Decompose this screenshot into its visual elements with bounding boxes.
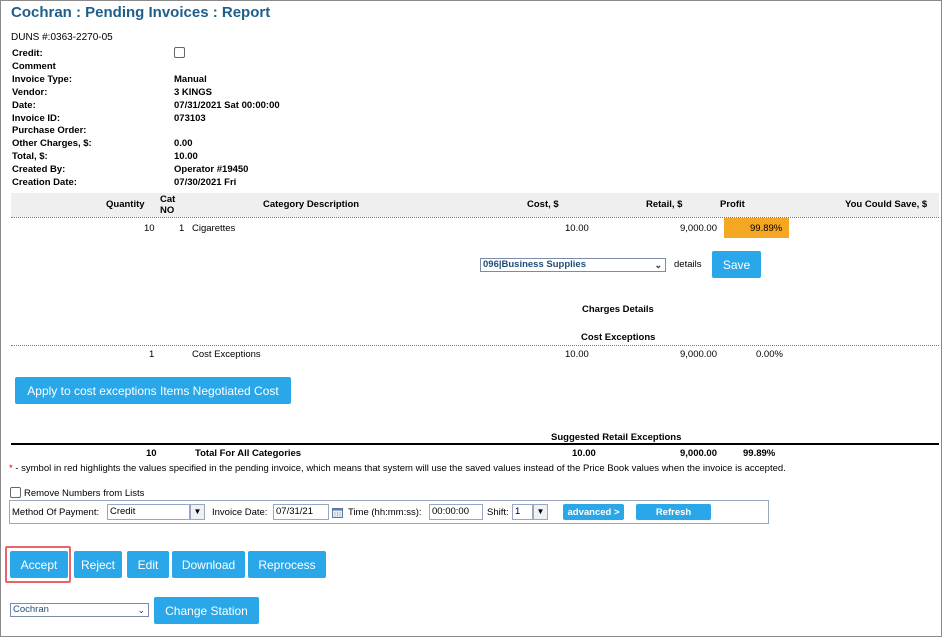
invoice-type-label: Invoice Type: (12, 74, 73, 85)
shift-select[interactable]: 1 (512, 504, 533, 520)
invoice-date-label: Invoice Date: (212, 507, 268, 518)
other-charges-label: Other Charges, $: (12, 138, 92, 149)
row-description: Cigarettes (192, 223, 236, 234)
header-retail: Retail, $ (646, 199, 683, 210)
exception-description: Cost Exceptions (192, 349, 261, 360)
header-no: NO (160, 205, 175, 216)
header-you-could-save: You Could Save, $ (845, 199, 928, 210)
total-profit: 99.89% (743, 448, 776, 459)
other-charges-value: 0.00 (174, 138, 193, 149)
created-by-label: Created By: (12, 164, 66, 175)
header-cost: Cost, $ (527, 199, 559, 210)
remove-numbers-label: Remove Numbers from Lists (24, 488, 145, 499)
creation-date-value: 07/30/2021 Fri (174, 177, 237, 188)
chevron-down-icon[interactable]: ▼ (533, 504, 548, 520)
vendor-value: 3 KINGS (174, 87, 213, 98)
exception-quantity: 1 (149, 349, 155, 360)
advanced-button[interactable]: advanced > (563, 504, 624, 520)
row-quantity: 10 (144, 223, 155, 234)
download-button[interactable]: Download (172, 551, 245, 578)
header-cat: Cat (160, 194, 176, 205)
station-select-value: Cochran (13, 604, 49, 615)
red-symbol-note: * - symbol in red highlights the values … (9, 463, 786, 474)
cost-exceptions-heading: Cost Exceptions (581, 332, 656, 343)
charges-details-heading: Charges Details (582, 304, 654, 315)
header-category-description: Category Description (263, 199, 360, 210)
reject-button[interactable]: Reject (74, 551, 122, 578)
table-header-bar (11, 193, 939, 217)
page-title: Cochran : Pending Invoices : Report (11, 4, 271, 21)
edit-button[interactable]: Edit (127, 551, 169, 578)
created-by-value: Operator #19450 (174, 164, 249, 175)
chevron-down-icon: ⌄ (654, 260, 662, 270)
invoice-type-value: Manual (174, 74, 207, 85)
station-select[interactable]: Cochran ⌄ (10, 603, 149, 617)
invoice-id-label: Invoice ID: (12, 113, 61, 124)
exception-profit: 0.00% (756, 349, 783, 360)
purchase-order-label: Purchase Order: (12, 125, 87, 136)
row-profit: 99.89% (750, 223, 783, 234)
page-frame (0, 0, 942, 637)
time-label: Time (hh:mm:ss): (348, 507, 422, 518)
header-quantity: Quantity (106, 199, 145, 210)
row-retail: 9,000.00 (680, 223, 717, 234)
row-cat-no: 1 (179, 223, 185, 234)
total-retail: 9,000.00 (680, 448, 717, 459)
vendor-label: Vendor: (12, 87, 48, 98)
date-label: Date: (12, 100, 36, 111)
total-cost: 10.00 (572, 448, 596, 459)
accept-button[interactable]: Accept (10, 551, 68, 578)
row-cost: 10.00 (565, 223, 589, 234)
duns-number: DUNS #:0363-2270-05 (11, 32, 113, 43)
note-text: - symbol in red highlights the values sp… (12, 463, 786, 474)
method-of-payment-label: Method Of Payment: (12, 507, 100, 518)
exception-cost: 10.00 (565, 349, 589, 360)
category-select[interactable]: 096|Business Supplies ⌄ (480, 258, 666, 272)
total-value: 10.00 (174, 151, 198, 162)
credit-checkbox[interactable] (174, 47, 185, 58)
total-quantity: 10 (146, 448, 157, 459)
invoice-id-value: 073103 (174, 113, 206, 124)
save-button[interactable]: Save (712, 251, 761, 278)
calendar-icon[interactable] (332, 507, 343, 518)
category-select-value: 096|Business Supplies (483, 259, 586, 270)
remove-numbers-checkbox[interactable] (10, 487, 21, 498)
invoice-date-input[interactable]: 07/31/21 (273, 504, 329, 520)
time-input[interactable]: 00:00:00 (429, 504, 483, 520)
shift-label: Shift: (487, 507, 509, 518)
header-profit: Profit (720, 199, 745, 210)
details-link[interactable]: details (674, 259, 701, 270)
refresh-button[interactable]: Refresh (636, 504, 711, 520)
reprocess-button[interactable]: Reprocess (248, 551, 326, 578)
total-label-row: Total For All Categories (195, 448, 302, 459)
table-divider (11, 217, 939, 218)
chevron-down-icon: ⌄ (137, 605, 145, 615)
suggested-retail-heading: Suggested Retail Exceptions (551, 432, 682, 443)
chevron-down-icon[interactable]: ▼ (190, 504, 205, 520)
creation-date-label: Creation Date: (12, 177, 77, 188)
change-station-button[interactable]: Change Station (154, 597, 259, 624)
totals-divider (11, 443, 939, 445)
exception-retail: 9,000.00 (680, 349, 717, 360)
comment-label: Comment (12, 61, 56, 72)
credit-label: Credit: (12, 48, 43, 59)
cost-exceptions-divider (11, 345, 939, 346)
apply-cost-exceptions-button[interactable]: Apply to cost exceptions Items Negotiate… (15, 377, 291, 404)
method-of-payment-select[interactable]: Credit (107, 504, 190, 520)
total-label: Total, $: (12, 151, 48, 162)
date-value: 07/31/2021 Sat 00:00:00 (174, 100, 280, 111)
